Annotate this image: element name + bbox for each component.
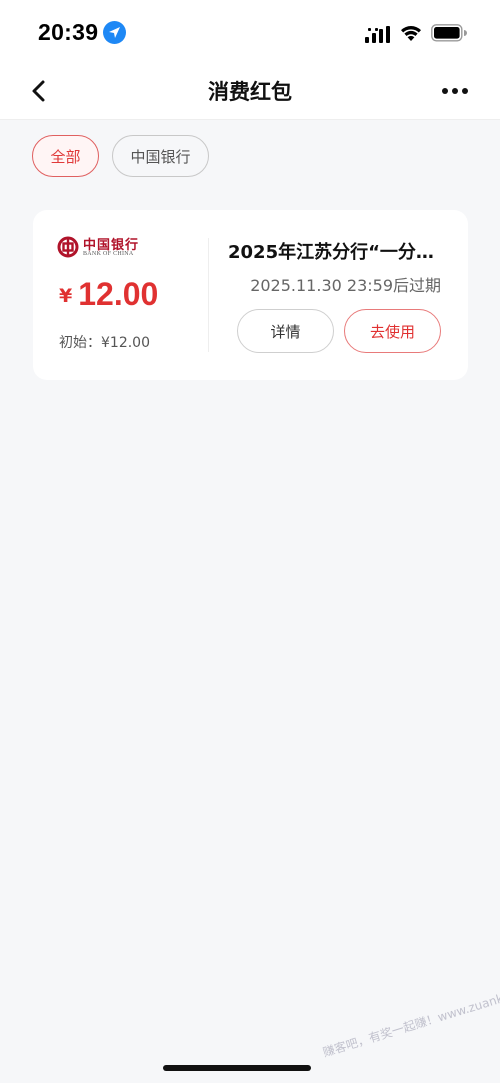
screen: 20:39 消费红包 全部 中国银行 中国银行 BANK OF CHINA ¥ … <box>0 0 500 1083</box>
filter-bar: 全部 中国银行 <box>0 121 500 191</box>
coupon-title: 2025年江苏分行“一分… <box>228 242 434 263</box>
currency-symbol: ¥ <box>59 285 73 307</box>
filter-chip-all[interactable]: 全部 <box>32 135 99 177</box>
more-button[interactable] <box>438 76 474 108</box>
initial-amount: 初始：¥12.00 <box>59 335 150 351</box>
detail-button[interactable]: 详情 <box>237 309 334 353</box>
status-bar: 20:39 <box>0 0 500 64</box>
filter-chip-bank[interactable]: 中国银行 <box>112 135 209 177</box>
status-time: 20:39 <box>38 19 99 45</box>
signal-icon <box>365 26 390 43</box>
more-dots-icon <box>442 88 468 94</box>
watermark: 赚客吧，有奖一起赚！www.zuanke8.com <box>321 978 500 1060</box>
wifi-icon <box>401 26 421 41</box>
amount-row: ¥12.00 <box>59 276 158 313</box>
use-button[interactable]: 去使用 <box>344 309 441 353</box>
battery-icon <box>431 24 467 42</box>
bank-logo: 中国银行 BANK OF CHINA <box>57 234 147 260</box>
coupon-amount: 12.00 <box>78 276 159 312</box>
bank-of-china-logo-icon <box>57 236 79 258</box>
bank-logo-en: BANK OF CHINA <box>83 251 134 257</box>
home-indicator[interactable] <box>163 1065 311 1071</box>
expire-time: 2025.11.30 23:59后过期 <box>250 276 441 295</box>
nav-bar: 消费红包 <box>0 64 500 120</box>
coupon-card[interactable]: 中国银行 BANK OF CHINA ¥12.00 初始：¥12.00 2025… <box>33 210 468 380</box>
page-title: 消费红包 <box>208 80 292 104</box>
card-divider <box>208 238 209 352</box>
location-arrow-icon <box>103 21 126 44</box>
